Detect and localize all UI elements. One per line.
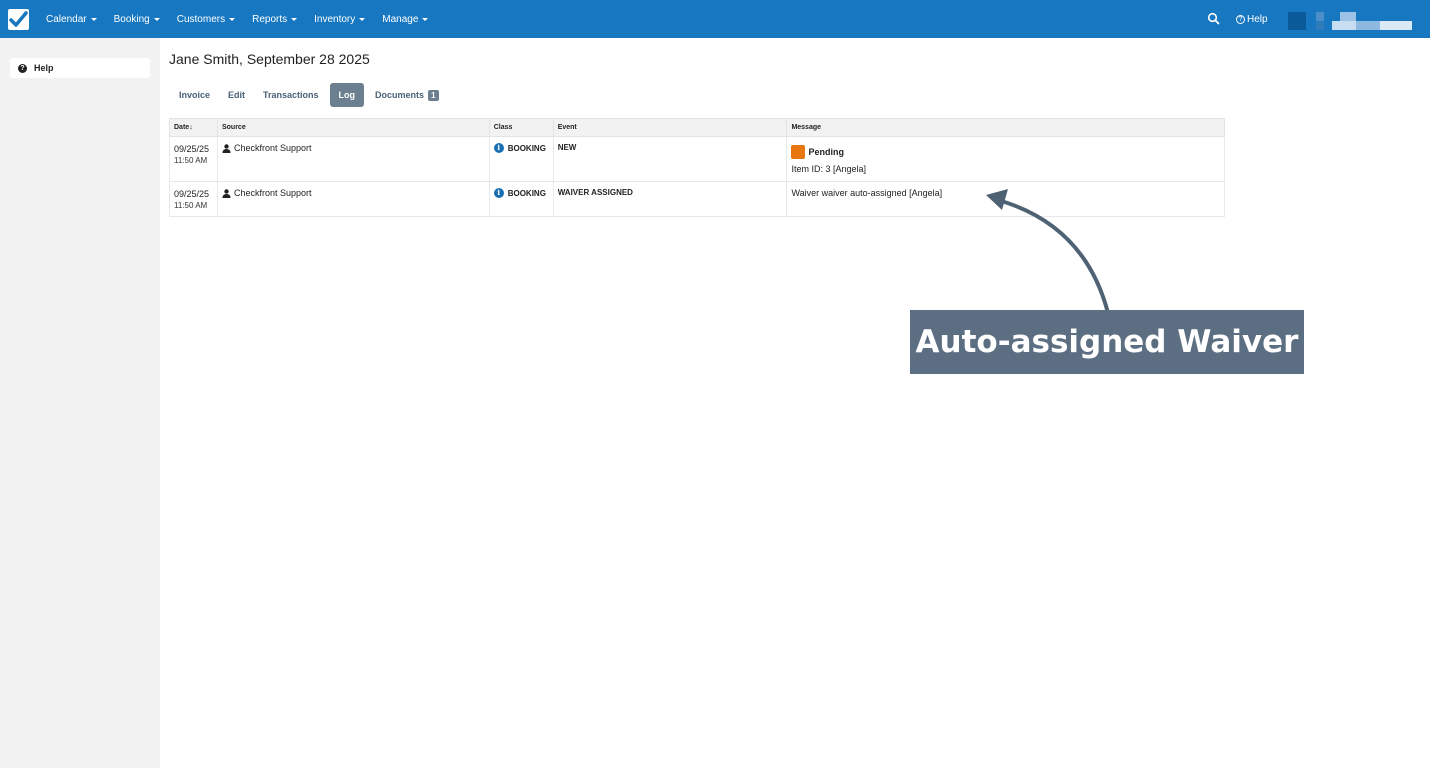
column-header-label: Message	[791, 124, 822, 131]
info-icon: i	[493, 188, 504, 198]
nav-calendar-label: Calendar	[46, 13, 87, 25]
avatar[interactable]	[1288, 12, 1306, 30]
class-label: BOOKING	[507, 143, 546, 153]
log-date: 09/25/25	[174, 144, 210, 154]
sort-arrow-icon: ↓	[189, 124, 193, 131]
redacted-block	[1380, 21, 1412, 30]
status-label: Pending	[808, 147, 844, 157]
column-header-label: Source	[221, 124, 246, 131]
tab-transactions[interactable]: Transactions	[254, 83, 328, 107]
nav-manage-label: Manage	[382, 13, 419, 25]
top-navbar: Calendar Booking Customers Reports Inven…	[0, 0, 1430, 38]
tab-label: Log	[338, 90, 356, 100]
date-cell: 09/25/25 11:50 AM	[169, 136, 218, 182]
redacted-block	[1316, 12, 1324, 21]
log-date: 09/25/25	[174, 189, 210, 199]
nav-manage[interactable]: Manage	[382, 13, 429, 25]
tab-log[interactable]: Log	[329, 83, 365, 107]
user-menu[interactable]	[1316, 12, 1412, 30]
nav-customers-label: Customers	[176, 13, 226, 25]
message-cell: Pending Item ID: 3 [Angela]	[786, 136, 1225, 182]
column-header-label: Class	[493, 124, 513, 131]
caret-down-icon	[229, 18, 236, 21]
log-time: 11:50 AM	[174, 201, 208, 210]
column-header-date[interactable]: Date↓	[169, 118, 218, 137]
user-icon	[222, 143, 231, 153]
caret-down-icon	[359, 18, 366, 21]
redacted-block	[1316, 21, 1324, 30]
class-cell: i BOOKING	[488, 136, 554, 182]
column-header-event: Event	[552, 118, 788, 137]
source-cell: Checkfront Support	[216, 136, 490, 182]
event-cell: WAIVER ASSIGNED	[552, 181, 788, 217]
tab-label: Edit	[228, 90, 246, 100]
nav-booking[interactable]: Booking	[114, 14, 160, 25]
nav-calendar[interactable]: Calendar	[46, 14, 97, 25]
question-circle-icon: ?	[18, 63, 27, 73]
nav-customers[interactable]: Customers	[176, 13, 236, 25]
source-name: Checkfront Support	[233, 188, 312, 198]
class-label: BOOKING	[507, 188, 546, 198]
nav-inventory-label: Inventory	[314, 13, 356, 25]
nav-booking-label: Booking	[113, 13, 150, 25]
user-icon	[222, 188, 231, 198]
help-link-label: Help	[1247, 13, 1268, 25]
column-header-label: Event	[557, 124, 577, 131]
event-label: NEW	[557, 143, 577, 152]
table-row: 09/25/25 11:50 AM Checkfront Support i BO…	[169, 136, 1225, 182]
tab-documents[interactable]: Documents 1	[366, 83, 447, 107]
caret-down-icon	[422, 18, 429, 21]
booking-tabs: Invoice Edit Transactions Log Documents 1	[170, 83, 448, 107]
page-title: Jane Smith, September 28 2025	[169, 51, 370, 67]
column-header-source: Source	[216, 118, 490, 137]
tab-edit[interactable]: Edit	[219, 83, 254, 107]
count-badge: 1	[428, 89, 439, 101]
nav-reports-label: Reports	[252, 13, 288, 25]
message-text: Item ID: 3 [Angela]	[791, 164, 866, 174]
column-header-class: Class	[488, 118, 554, 137]
info-icon: i	[493, 143, 504, 153]
date-cell: 09/25/25 11:50 AM	[169, 181, 218, 217]
event-cell: NEW	[552, 136, 788, 182]
sidebar: ? Help	[0, 38, 160, 768]
status-badge: Pending	[791, 145, 1220, 159]
event-label: WAIVER ASSIGNED	[557, 188, 633, 197]
log-time: 11:50 AM	[174, 156, 208, 165]
main-nav: Calendar Booking Customers Reports Inven…	[46, 0, 445, 38]
question-circle-icon: ?	[1236, 14, 1245, 24]
checkfront-logo-icon[interactable]	[8, 9, 29, 30]
source-cell: Checkfront Support	[216, 181, 490, 217]
caret-down-icon	[90, 18, 97, 21]
sidebar-item-label: Help	[34, 63, 54, 73]
search-icon[interactable]	[1207, 12, 1221, 26]
annotation-label: Auto-assigned Waiver	[915, 324, 1299, 360]
redacted-block	[1356, 21, 1380, 30]
redacted-block	[1340, 12, 1356, 21]
column-header-message: Message	[786, 118, 1225, 137]
annotation-arrow	[986, 189, 1110, 315]
tab-label: Documents	[375, 90, 425, 100]
help-link[interactable]: ? Help	[1236, 0, 1268, 38]
tab-label: Invoice	[179, 90, 211, 100]
nav-reports[interactable]: Reports	[252, 13, 298, 25]
caret-down-icon	[153, 18, 160, 21]
status-color-swatch	[791, 145, 806, 159]
annotation-callout: Auto-assigned Waiver	[910, 310, 1304, 374]
source-name: Checkfront Support	[233, 143, 312, 153]
class-cell: i BOOKING	[488, 181, 554, 217]
column-header-label: Date	[174, 124, 190, 131]
table-header-row: Date↓ Source Class Event Message	[169, 118, 1225, 137]
tab-invoice[interactable]: Invoice	[170, 83, 219, 107]
tab-label: Transactions	[263, 90, 319, 100]
nav-inventory[interactable]: Inventory	[314, 13, 366, 25]
sidebar-item-help[interactable]: ? Help	[10, 58, 150, 78]
caret-down-icon	[291, 18, 298, 21]
